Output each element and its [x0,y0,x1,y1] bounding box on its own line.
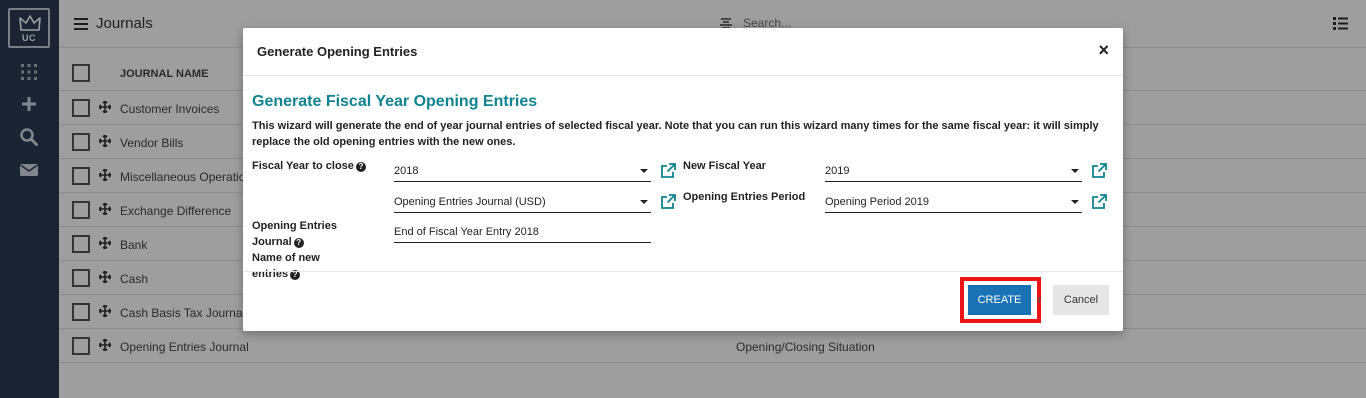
help-icon[interactable]: ? [355,162,366,172]
cancel-button[interactable]: Cancel [1053,285,1109,315]
chevron-down-icon [1071,169,1079,173]
dialog-footer: CREATE r Cancel [243,271,1123,331]
opening-journal-select[interactable]: Opening Entries Journal (USD) [394,191,651,213]
external-link-icon[interactable] [660,162,677,179]
entry-name-value: End of Fiscal Year Entry 2018 [394,226,539,238]
external-link-icon[interactable] [1091,162,1108,179]
opening-period-label: Opening Entries Period [683,191,806,203]
opening-period-value: Opening Period 2019 [825,196,929,208]
fiscal-year-close-select[interactable]: 2018 [394,160,651,182]
generate-opening-entries-dialog: Generate Opening Entries × Generate Fisc… [243,28,1123,331]
create-button[interactable]: CREATE [968,285,1031,315]
dialog-header: Generate Opening Entries × [243,28,1123,76]
opening-journal-label-line1: Opening Entries [252,220,337,232]
fiscal-year-close-label: Fiscal Year to close? [252,158,366,174]
opening-period-select[interactable]: Opening Period 2019 [825,191,1082,213]
or-text: r [1038,294,1042,306]
wizard-heading: Generate Fiscal Year Opening Entries [252,93,538,110]
chevron-down-icon [640,200,648,204]
new-fiscal-year-value: 2019 [825,165,850,177]
entry-name-input[interactable]: End of Fiscal Year Entry 2018 [394,221,651,243]
help-icon[interactable]: ? [293,238,304,248]
close-icon[interactable]: × [1098,40,1109,61]
chevron-down-icon [1071,200,1079,204]
external-link-icon[interactable] [660,193,677,210]
external-link-icon[interactable] [1091,193,1108,210]
entry-name-label-line1: Name of new [252,252,320,264]
new-fiscal-year-label: New Fiscal Year [683,160,766,172]
wizard-description: This wizard will generate the end of yea… [252,120,1099,148]
fiscal-year-close-value: 2018 [394,165,419,177]
opening-journal-label-line2: Journal [252,236,292,248]
opening-journal-label: Opening Entries Journal? [252,218,337,250]
fiscal-year-close-label-text: Fiscal Year to close [252,160,354,172]
dialog-title: Generate Opening Entries [257,44,418,59]
chevron-down-icon [640,169,648,173]
opening-journal-value: Opening Entries Journal (USD) [394,196,546,208]
dialog-body: Generate Fiscal Year Opening Entries Thi… [243,76,1123,280]
new-fiscal-year-select[interactable]: 2019 [825,160,1082,182]
